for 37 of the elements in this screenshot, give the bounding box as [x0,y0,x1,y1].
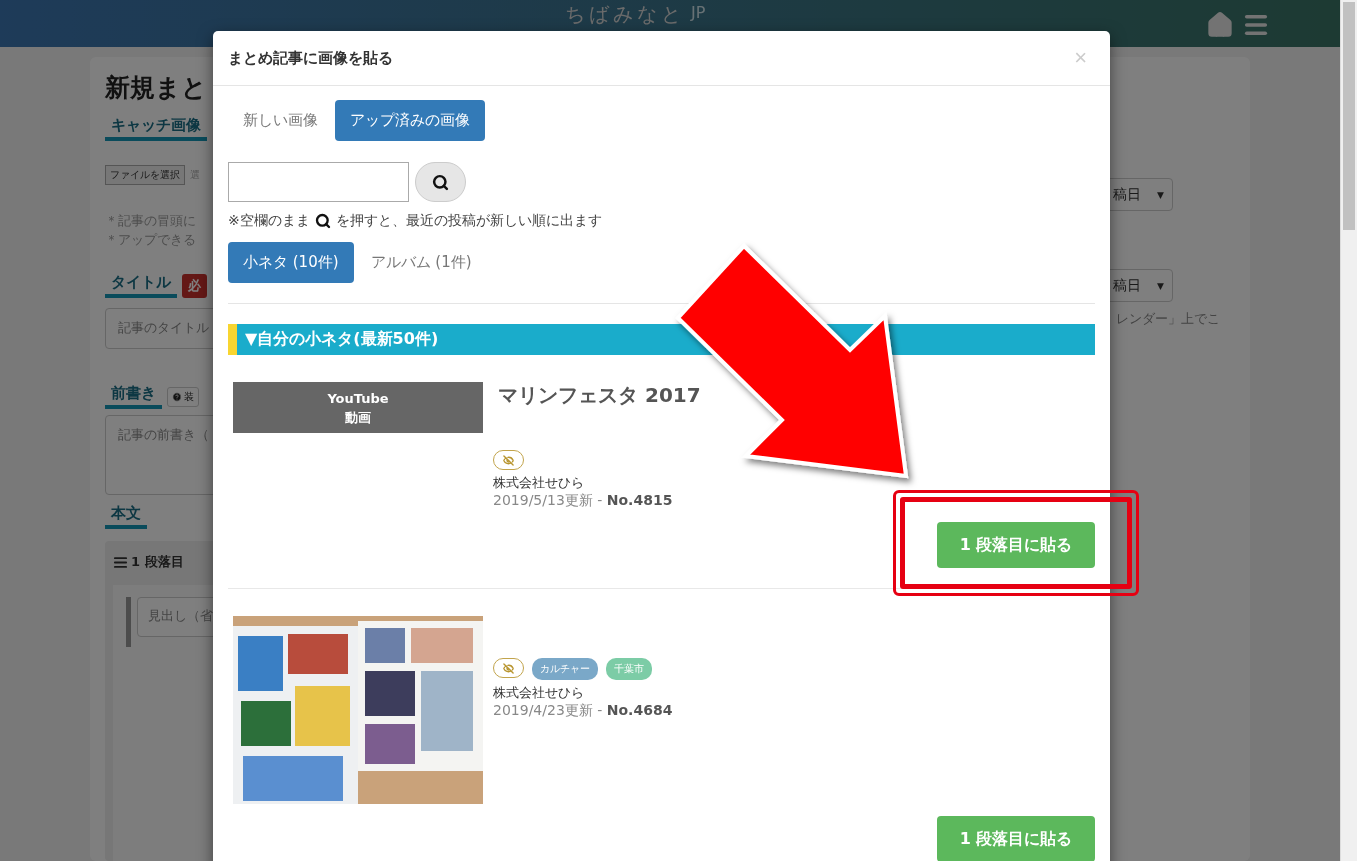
search-icon [314,213,331,229]
item-title: マリンフェスタ 2017 [498,382,702,409]
section-label: タイトル [105,273,177,298]
update-info: 2019/5/13更新 - No.4815 [493,492,674,510]
paste-button[interactable]: 1 段落目に貼る [937,522,1095,568]
video-thumbnail[interactable]: YouTube 動画 [233,382,483,433]
scrollbar[interactable] [1340,0,1357,861]
category-tab[interactable]: 小ネタ (10件) [228,242,354,283]
help-icon [172,391,182,402]
search-icon [432,173,449,191]
author-name: 株式会社せひら [493,684,585,702]
section-label: 前書き [105,384,162,409]
list-icon [113,554,128,570]
home-icon[interactable] [1206,11,1234,39]
category-tab[interactable]: アルバム (1件) [355,242,487,283]
eye-off-icon [503,662,514,674]
paste-button[interactable]: 1 段落目に貼る [937,816,1095,861]
hint-text: ※空欄のまま [228,212,310,230]
section-label: 本文 [105,504,147,529]
section-label: キャッチ画像 [105,116,207,141]
hint-text: を押すと、最近の投稿が新しい順に出ます [335,212,602,230]
search-field[interactable] [228,162,409,202]
logo-suffix: JP [691,2,706,24]
source-tab[interactable]: アップ済みの画像 [335,100,485,141]
search-button[interactable] [415,162,466,202]
page-title: 新規まと [105,72,207,104]
modal-title: まとめ記事に画像を貼る [228,48,393,68]
author-name: 株式会社せひら [493,474,585,492]
decor-button[interactable]: 装 [167,386,199,407]
file-button[interactable]: ファイルを選択 [105,165,185,185]
site-logo[interactable]: ちばみなと [565,2,685,26]
eye-off-icon [503,454,514,466]
category-tag: カルチャー [532,658,598,680]
source-tab[interactable]: 新しい画像 [228,100,333,141]
required-badge: 必 [182,273,207,298]
update-info: 2019/4/23更新 - No.4684 [493,702,674,720]
category-tag: 千葉市 [606,658,652,680]
